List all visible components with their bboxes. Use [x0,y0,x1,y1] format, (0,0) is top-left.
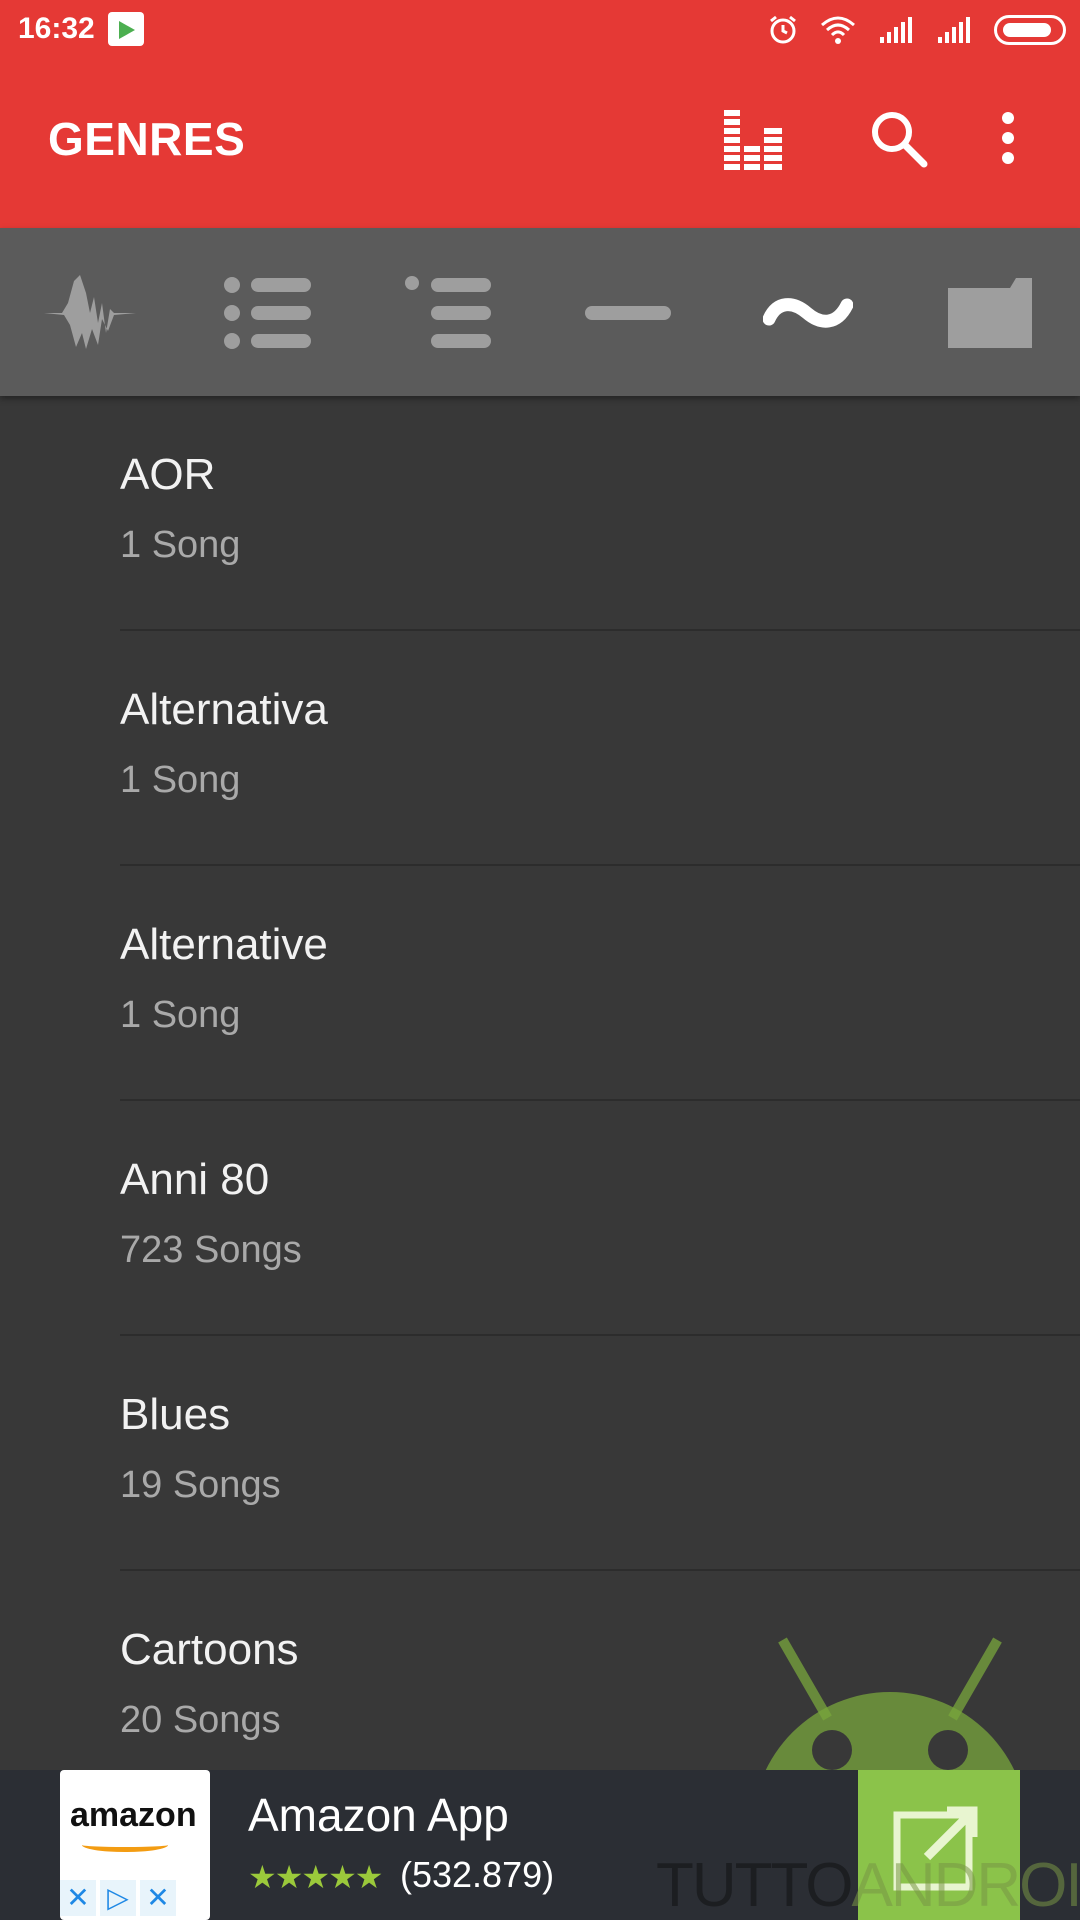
adchoices-icon[interactable]: ▷ [100,1880,136,1916]
waveform-icon [44,275,136,349]
list-icon [224,277,311,349]
watermark-text-b: ANDROID [851,1851,1080,1920]
genre-song-count: 19 Songs [120,1464,281,1506]
genre-song-count: 1 Song [120,759,241,801]
alarm-icon [770,15,796,44]
status-time: 16:32 [18,12,95,45]
genre-name: Alternative [120,920,328,969]
list-item[interactable]: Anni 80 723 Songs [0,1101,1080,1336]
genre-name: Blues [120,1390,231,1439]
genre-name: Alternativa [120,685,328,734]
equalizer-icon [724,110,782,170]
genre-song-count: 1 Song [120,524,241,566]
google-play-icon [108,12,144,46]
tilde-icon [763,298,853,328]
page-title: GENRES [48,113,246,165]
app-bar: 16:32 GENRES [0,0,1080,228]
tab-line[interactable] [568,258,688,368]
list-item[interactable]: AOR 1 Song [0,396,1080,631]
ad-choices[interactable]: ✕ ▷ ✕ [60,1880,176,1916]
rating-count: (532.879) [400,1854,555,1895]
tab-list[interactable] [208,258,328,368]
more-vert-icon [1002,112,1014,164]
tab-waveform[interactable] [30,258,150,368]
genre-song-count: 723 Songs [120,1229,302,1271]
ad-pattern-icon: ✕ [140,1880,176,1916]
tab-sublist[interactable] [388,258,508,368]
signal-icon [938,17,970,43]
tab-folders[interactable] [930,258,1050,368]
watermark-text: TUTTOANDROID [656,1850,1080,1920]
watermark-text-a: TUTTO [656,1851,853,1920]
close-icon[interactable]: ✕ [60,1880,96,1916]
category-tabs [0,228,1080,396]
genre-name: AOR [120,450,216,499]
list-item[interactable]: Alternativa 1 Song [0,631,1080,866]
genre-song-count: 1 Song [120,994,241,1036]
status-icons [768,12,1066,48]
list-item[interactable]: Alternative 1 Song [0,866,1080,1101]
battery-icon [994,15,1066,45]
amazon-smile-icon [82,1838,168,1852]
tab-genres[interactable] [748,258,868,368]
genre-song-count: 20 Songs [120,1699,281,1741]
genre-name: Cartoons [120,1625,299,1674]
equalizer-button[interactable] [718,108,790,172]
line-icon [585,306,671,320]
status-bar: 16:32 [0,0,1080,60]
sublist-icon [405,276,491,348]
search-icon [872,112,928,168]
genre-list: AOR 1 Song Alternativa 1 Song Alternativ… [0,396,1080,1806]
ad-logo-text: amazon [70,1796,197,1834]
list-item[interactable]: Blues 19 Songs [0,1336,1080,1571]
ad-title: Amazon App [248,1789,509,1841]
rating-stars: ★★★★★ [248,1859,383,1895]
signal-icon [880,17,912,43]
folder-icon [948,278,1032,348]
search-button[interactable] [862,108,934,168]
genre-name: Anni 80 [120,1155,270,1204]
wifi-icon [821,16,855,44]
more-options-button[interactable] [972,108,1044,168]
